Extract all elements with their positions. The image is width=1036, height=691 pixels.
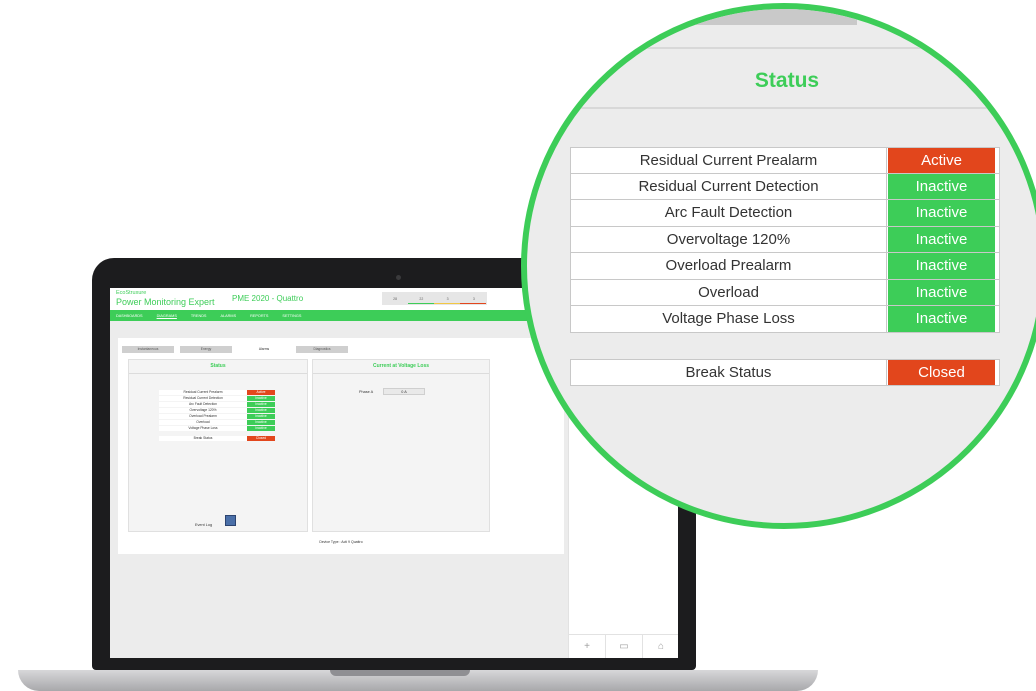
break-status-value: Closed [888, 360, 995, 385]
zoom-divider-bottom [527, 107, 1036, 109]
status-row-label: Residual Current Detection [571, 173, 887, 199]
nav-reports[interactable]: REPORTS [250, 314, 268, 318]
home-icon[interactable]: ⌂ [643, 635, 678, 658]
folder-icon[interactable]: ▭ [606, 635, 643, 658]
status-row: Overvoltage 120% Inactive [570, 226, 1000, 253]
counter-low: 22 [419, 296, 424, 301]
status-row-label: Overload Prealarm [571, 253, 887, 279]
break-mini-value: Closed [247, 436, 275, 441]
status-mini-row: Residual Current Prealarm Active [159, 390, 275, 395]
status-mini-row: Voltage Phase Loss Inactive [159, 426, 275, 431]
tab-instantaneous[interactable]: Instantaneous [122, 346, 174, 353]
current-panel-title: Current at Voltage Loss [313, 360, 489, 374]
tab-diagnostics[interactable]: Diagnostics [296, 346, 348, 353]
phase-a-label: Phase A [359, 390, 374, 394]
status-mini-value: Inactive [247, 408, 275, 413]
status-mini-value: Inactive [247, 396, 275, 401]
status-mini-label: Residual Current Detection [159, 396, 247, 401]
counter-medium-bar [434, 302, 460, 304]
zoom-magnifier: Status Residual Current Prealarm Active Re… [521, 3, 1036, 529]
status-row-label: Overvoltage 120% [571, 226, 887, 252]
status-row: Overload Inactive [570, 279, 1000, 306]
status-mini-value: Inactive [247, 426, 275, 431]
status-mini-value: Inactive [247, 420, 275, 425]
status-panel-mini: Status Residual Current Prealarm Active Re… [128, 359, 308, 532]
status-mini-row: Overload Inactive [159, 420, 275, 425]
counter-high: 3 [472, 296, 475, 301]
status-mini-label: Overvoltage 120% [159, 408, 247, 413]
alarm-counters[interactable]: 28 22 3 3 [382, 292, 487, 305]
status-panel-title: Status [129, 360, 307, 374]
status-row-label: Residual Current Prealarm [571, 148, 887, 173]
counter-medium: 3 [446, 296, 449, 301]
status-row-label: Arc Fault Detection [571, 200, 887, 226]
status-row-value: Inactive [888, 173, 995, 199]
nav-alarms[interactable]: ALARMS [220, 314, 236, 318]
zoom-top-tab [647, 9, 857, 25]
current-voltage-loss-panel: Current at Voltage Loss Phase A 0 A [312, 359, 490, 532]
status-mini-label: Overload Prealarm [159, 414, 247, 419]
break-status-row: Break Status Closed [570, 359, 1000, 386]
status-row: Voltage Phase Loss Inactive [570, 306, 1000, 333]
nav-diagrams[interactable]: DIAGRAMS [157, 314, 177, 318]
nav-trends[interactable]: TRENDS [191, 314, 207, 318]
status-mini-row: Overload Prealarm Inactive [159, 414, 275, 419]
counter-total: 28 [393, 296, 398, 301]
status-mini-row: Residual Current Detection Inactive [159, 396, 275, 401]
status-row-value: Inactive [888, 253, 995, 279]
status-row: Arc Fault Detection Inactive [570, 200, 1000, 227]
break-mini-label: Break Status [159, 436, 247, 441]
status-row-label: Overload [571, 279, 887, 305]
status-mini-row: Overvoltage 120% Inactive [159, 408, 275, 413]
event-log-icon[interactable] [225, 515, 236, 526]
camera-icon [396, 275, 401, 280]
break-status-label: Break Status [571, 360, 887, 385]
product-name: Power Monitoring Expert [116, 297, 215, 307]
status-row: Residual Current Detection Inactive [570, 173, 1000, 200]
status-mini-value: Active [247, 390, 275, 395]
phase-a-value: 0 A [383, 388, 425, 395]
status-mini-row: Arc Fault Detection Inactive [159, 402, 275, 407]
tab-energy[interactable]: Energy [180, 346, 232, 353]
zoom-status-table: Residual Current Prealarm Active Residual … [570, 147, 1000, 333]
status-mini-label: Residual Current Prealarm [159, 390, 247, 395]
diagram-content: Instantaneous Energy Alarms Diagnostics … [118, 338, 564, 554]
break-mini-row: Break Status Closed [159, 436, 275, 441]
status-mini-label: Voltage Phase Loss [159, 426, 247, 431]
status-mini-label: Arc Fault Detection [159, 402, 247, 407]
tab-alarms[interactable]: Alarms [238, 346, 290, 353]
logo: EcoStruxure [116, 290, 147, 296]
status-row: Residual Current Prealarm Active [570, 147, 1000, 174]
status-row-value: Active [888, 148, 995, 173]
laptop-notch [330, 670, 470, 676]
zoom-divider-top [527, 47, 1036, 49]
nav-settings[interactable]: SETTINGS [282, 314, 301, 318]
status-mini-label: Overload [159, 420, 247, 425]
status-row-value: Inactive [888, 306, 995, 332]
status-row-value: Inactive [888, 200, 995, 226]
event-log-label: Event Log [195, 523, 213, 527]
status-mini-value: Inactive [247, 402, 275, 407]
status-row-value: Inactive [888, 226, 995, 252]
add-icon[interactable]: + [569, 635, 606, 658]
counter-high-bar [460, 302, 486, 304]
zoom-status-title: Status [754, 69, 820, 92]
zoom-break-table: Break Status Closed [570, 359, 1000, 386]
side-panel-footer: + ▭ ⌂ [569, 634, 678, 658]
status-mini-value: Inactive [247, 414, 275, 419]
app-title: PME 2020 - Quattro [232, 294, 304, 303]
status-row-value: Inactive [888, 279, 995, 305]
status-row: Overload Prealarm Inactive [570, 253, 1000, 280]
status-row-label: Voltage Phase Loss [571, 306, 887, 332]
nav-dashboards[interactable]: DASHBOARDS [116, 314, 143, 318]
subtabs: Instantaneous Energy Alarms Diagnostics [122, 346, 354, 353]
device-type: Device Type : Acti 9 Quattro [319, 540, 363, 544]
counter-low-bar [408, 302, 434, 304]
